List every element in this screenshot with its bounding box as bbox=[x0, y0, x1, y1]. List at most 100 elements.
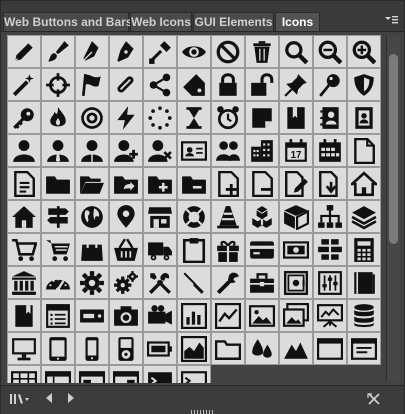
icon-cell-hard-drive[interactable] bbox=[75, 299, 109, 332]
icon-cell-pictures[interactable] bbox=[279, 299, 313, 332]
icon-cell-safe[interactable] bbox=[279, 266, 313, 299]
icon-cell-banknote[interactable] bbox=[279, 233, 313, 266]
icon-cell-window-4[interactable] bbox=[109, 365, 143, 383]
icon-cell-pencil[interactable] bbox=[7, 35, 41, 68]
icon-cell-camera[interactable] bbox=[109, 299, 143, 332]
icon-cell-crosshair[interactable] bbox=[41, 68, 75, 101]
icon-cell-gift[interactable] bbox=[211, 233, 245, 266]
resize-grip[interactable] bbox=[191, 410, 215, 414]
icon-cell-window-3[interactable] bbox=[75, 365, 109, 383]
icon-cell-shopping-bag[interactable] bbox=[75, 233, 109, 266]
icon-cell-pin[interactable] bbox=[313, 68, 347, 101]
icon-cell-mixer[interactable] bbox=[313, 266, 347, 299]
icon-cell-calendar-17[interactable]: 17 bbox=[279, 134, 313, 167]
icon-cell-padlock-closed[interactable] bbox=[211, 68, 245, 101]
icon-cell-folder-add[interactable] bbox=[143, 167, 177, 200]
icon-cell-hourglass[interactable] bbox=[177, 101, 211, 134]
icon-cell-grid-box[interactable] bbox=[7, 365, 41, 383]
icon-cell-hierarchy[interactable] bbox=[313, 200, 347, 233]
icon-cell-document[interactable] bbox=[347, 134, 381, 167]
tab-icons[interactable]: Icons bbox=[275, 12, 320, 31]
icon-cell-zoom-out[interactable] bbox=[313, 35, 347, 68]
icon-cell-terminal[interactable] bbox=[143, 365, 177, 383]
icon-cell-home[interactable] bbox=[347, 167, 381, 200]
icon-cell-home-2[interactable] bbox=[7, 200, 41, 233]
icon-cell-users-group[interactable] bbox=[211, 134, 245, 167]
icon-cell-folder-open[interactable] bbox=[75, 167, 109, 200]
icon-cell-chart-area[interactable] bbox=[177, 332, 211, 365]
icon-cell-chart-line[interactable] bbox=[211, 299, 245, 332]
icon-cell-grid-box-2[interactable] bbox=[41, 365, 75, 383]
library-icon[interactable] bbox=[9, 392, 31, 408]
icon-cell-globe[interactable] bbox=[75, 200, 109, 233]
icon-cell-notebook[interactable] bbox=[41, 299, 75, 332]
icon-cell-trash[interactable] bbox=[245, 35, 279, 68]
icon-cell-book[interactable] bbox=[347, 266, 381, 299]
icon-cell-user-tie[interactable] bbox=[41, 134, 75, 167]
delete-icon[interactable] bbox=[365, 392, 383, 408]
icon-cell-target[interactable] bbox=[75, 101, 109, 134]
icon-cell-battery[interactable] bbox=[143, 332, 177, 365]
prev-icon[interactable] bbox=[43, 392, 55, 408]
icon-cell-shopping-cart-2[interactable] bbox=[41, 233, 75, 266]
icon-cell-chart-box[interactable] bbox=[177, 299, 211, 332]
icon-cell-folder-alt[interactable] bbox=[211, 332, 245, 365]
icon-cell-user-add[interactable] bbox=[109, 134, 143, 167]
vertical-scrollbar[interactable] bbox=[386, 36, 400, 381]
icon-cell-bank[interactable] bbox=[7, 266, 41, 299]
icon-cell-folder[interactable] bbox=[41, 167, 75, 200]
icon-cell-pushpin[interactable] bbox=[279, 68, 313, 101]
tab-web-buttons-and-bars[interactable]: Web Buttons and Bars bbox=[3, 12, 132, 31]
icon-cell-presentation[interactable] bbox=[313, 299, 347, 332]
icon-cell-window[interactable] bbox=[313, 332, 347, 365]
icon-cell-share[interactable] bbox=[143, 68, 177, 101]
icon-cell-contacts-book[interactable] bbox=[313, 101, 347, 134]
icon-cell-prohibited[interactable] bbox=[211, 35, 245, 68]
icon-cell-screwdriver[interactable] bbox=[177, 266, 211, 299]
icon-cell-clipboard[interactable] bbox=[177, 233, 211, 266]
icon-cell-book-closed[interactable] bbox=[7, 299, 41, 332]
icon-cell-zoom-in[interactable] bbox=[347, 35, 381, 68]
icon-cell-padlock-open[interactable] bbox=[245, 68, 279, 101]
icon-cell-document-remove[interactable] bbox=[245, 167, 279, 200]
icon-cell-contacts-book-2[interactable] bbox=[347, 101, 381, 134]
icon-cell-calculator[interactable] bbox=[347, 233, 381, 266]
icon-cell-window-2[interactable] bbox=[347, 332, 381, 365]
icon-cell-buildings[interactable] bbox=[245, 134, 279, 167]
icon-cell-eye[interactable] bbox=[177, 35, 211, 68]
icon-cell-document-add[interactable] bbox=[211, 167, 245, 200]
icon-cell-phone[interactable] bbox=[75, 332, 109, 365]
icon-cell-box[interactable] bbox=[279, 200, 313, 233]
icon-cell-alarm-clock[interactable] bbox=[211, 101, 245, 134]
icon-cell-wrench[interactable] bbox=[211, 266, 245, 299]
icon-cell-gears[interactable] bbox=[109, 266, 143, 299]
icon-cell-basket[interactable] bbox=[109, 233, 143, 266]
icon-cell-user-pin[interactable] bbox=[75, 134, 109, 167]
icon-cell-magnifier[interactable] bbox=[279, 35, 313, 68]
icon-cell-user[interactable] bbox=[7, 134, 41, 167]
icon-cell-fountain-pen-nib[interactable] bbox=[109, 35, 143, 68]
icon-cell-paint-roller[interactable] bbox=[143, 35, 177, 68]
icon-cell-store[interactable] bbox=[143, 200, 177, 233]
icon-cell-bookmark-book[interactable] bbox=[279, 101, 313, 134]
icon-cell-calendar[interactable] bbox=[313, 134, 347, 167]
icon-cell-tablet[interactable] bbox=[41, 332, 75, 365]
scroll-thumb[interactable] bbox=[389, 54, 398, 244]
icon-cell-lifebuoy[interactable] bbox=[177, 200, 211, 233]
icon-cell-flame[interactable] bbox=[41, 101, 75, 134]
icon-cell-user-remove[interactable] bbox=[143, 134, 177, 167]
icon-cell-document-text[interactable] bbox=[7, 167, 41, 200]
icon-cell-picture[interactable] bbox=[245, 299, 279, 332]
next-icon[interactable] bbox=[65, 392, 77, 408]
icon-cell-credit-card[interactable] bbox=[245, 233, 279, 266]
icon-cell-database[interactable] bbox=[347, 299, 381, 332]
icon-cell-map-marker[interactable] bbox=[109, 200, 143, 233]
icon-cell-shield[interactable] bbox=[347, 68, 381, 101]
icon-cell-layers[interactable] bbox=[347, 200, 381, 233]
tab-gui-elements[interactable]: GUI Elements bbox=[193, 12, 274, 31]
icon-cell-monitor[interactable] bbox=[7, 332, 41, 365]
icon-cell-drops[interactable] bbox=[245, 332, 279, 365]
icon-cell-lightning[interactable] bbox=[109, 101, 143, 134]
icon-cell-bricks[interactable] bbox=[313, 233, 347, 266]
icon-cell-terminal-2[interactable] bbox=[177, 365, 211, 383]
